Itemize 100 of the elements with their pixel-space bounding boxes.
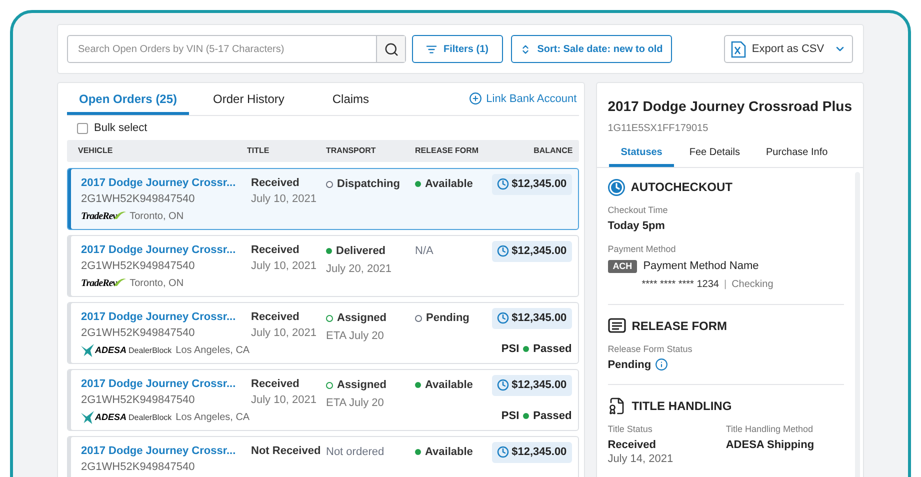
status-text: Available (425, 378, 473, 393)
seller-name: ADESA (95, 410, 127, 424)
field-label: Title Status (608, 422, 654, 434)
field-value: Pending (608, 358, 652, 372)
vehicle-title: 2017 Dodge Journey Crossroad Plus (608, 97, 852, 116)
orders-tab[interactable]: Claims (308, 83, 394, 115)
balance-text: $12,345.00 (512, 378, 567, 393)
plus-icon (469, 92, 482, 106)
status-text: Assigned (337, 311, 387, 326)
status-text: N/A (415, 244, 434, 259)
status-text: Available (425, 177, 473, 192)
seller-name: TradeRev (81, 277, 117, 291)
status-text: Not ordered (326, 445, 384, 460)
account-number: **** **** **** 1234 (642, 278, 719, 292)
status-text: Delivered (336, 244, 386, 259)
account-type: Checking (732, 278, 774, 292)
field-value: Today 5pm (608, 219, 665, 233)
title-date: July 10, 2021 (251, 192, 318, 206)
balance-text: $12,345.00 (512, 311, 567, 326)
column-header: TRANSPORT (326, 145, 377, 157)
search-icon (384, 42, 398, 56)
clock-icon (496, 178, 509, 190)
search-input[interactable]: Search Open Orders by VIN (5-17 Characters) (68, 36, 376, 62)
order-row[interactable]: 2017 Dodge Journey Crossr... 2G1WH52K949847540 ADESA DealerBlock Los Angeles, CA Received July 10, 2021 Assigned ETA July 20 Available $12,345.00 PSI Passed (67, 369, 579, 431)
detail-tab[interactable]: Purchase Info (754, 145, 839, 167)
status-text: Available (425, 445, 473, 460)
section-heading: AUTOCHECKOUT (630, 179, 732, 196)
psi-label: PSI (501, 408, 520, 424)
order-row[interactable]: 2017 Dodge Journey Crossr... 2G1WH52K949847540 Not Received Not ordered Available $12,345.00 (67, 436, 579, 477)
location-text: Los Angeles, CA (176, 411, 250, 425)
vehicle-link[interactable]: 2017 Dodge Journey Crossr... (81, 310, 251, 324)
vin-text: 2G1WH52K949847540 (81, 259, 196, 273)
orders-tab[interactable]: Order History (189, 83, 308, 115)
field-value: ADESA Shipping (726, 438, 814, 452)
orders-tab[interactable]: Open Orders (25) (67, 83, 190, 115)
seller-name: TradeRev (81, 210, 117, 224)
balance-text: $12,345.00 (512, 244, 567, 259)
sort-icon (520, 44, 532, 54)
status-text: Pending (426, 311, 470, 326)
separator-text: | (724, 278, 727, 292)
detail-tab[interactable]: Fee Details (678, 145, 751, 167)
vin-text: 2G1WH52K949847540 (81, 393, 196, 407)
location-text: Los Angeles, CA (176, 344, 250, 358)
field-label: Payment Method (608, 243, 677, 255)
field-value: Received (608, 438, 656, 452)
field-label: Title Handling Method (726, 422, 814, 434)
clock-icon (496, 446, 509, 458)
field-label: Release Form Status (608, 342, 694, 354)
seller-division: DealerBlock (128, 412, 172, 424)
title-date: July 10, 2021 (251, 326, 318, 340)
search-field[interactable]: Search Open Orders by VIN (5-17 Characters) (67, 35, 406, 63)
field-value: Payment Method Name (643, 259, 759, 274)
vin-text: 1G11E5SX1FF179015 (608, 122, 710, 136)
clock-icon (496, 379, 509, 392)
title-date: July 10, 2021 (251, 259, 318, 273)
vehicle-link[interactable]: 2017 Dodge Journey Crossr... (81, 243, 251, 257)
vin-text: 2G1WH52K949847540 (81, 326, 196, 340)
export-button[interactable]: Export as CSV (724, 35, 853, 63)
filter-icon (426, 44, 438, 54)
bird-icon (81, 411, 94, 424)
detail-tab[interactable]: Statuses (608, 145, 674, 167)
search-button[interactable] (376, 36, 405, 62)
bulk-select-label: Bulk select (94, 120, 148, 136)
psi-status: Passed (533, 408, 572, 424)
bulk-select-checkbox[interactable] (77, 122, 88, 134)
vin-text: 2G1WH52K949847540 (81, 460, 196, 474)
spreadsheet-icon (730, 40, 746, 58)
vehicle-link[interactable]: 2017 Dodge Journey Crossr... (81, 444, 251, 458)
title-status: Received (251, 176, 300, 190)
transport-detail: July 20, 2021 (326, 262, 392, 276)
vehicle-link[interactable]: 2017 Dodge Journey Crossr... (81, 176, 251, 190)
sort-button[interactable]: Sort: Sale date: new to old (511, 35, 672, 63)
seller-division: DealerBlock (128, 344, 172, 356)
order-row[interactable]: 2017 Dodge Journey Crossr... 2G1WH52K949847540 TradeRev Toronto, ON Received July 10, 2021 Dispatching Available $12,345.00 (67, 168, 579, 230)
column-header: TITLE (247, 145, 270, 157)
document-icon (608, 318, 626, 333)
balance-text: $12,345.00 (512, 445, 567, 460)
vin-text: 2G1WH52K949847540 (81, 192, 196, 206)
clock-icon (496, 312, 509, 324)
location-text: Toronto, ON (130, 277, 184, 291)
bird-icon (81, 344, 94, 357)
info-icon[interactable] (655, 358, 668, 371)
transport-detail: ETA July 20 (326, 396, 385, 410)
psi-status: Passed (533, 342, 572, 356)
title-status: Received (251, 310, 300, 324)
title-status: Received (251, 377, 300, 391)
seller-name: ADESA (95, 344, 127, 357)
clock-icon (496, 245, 509, 258)
column-header: BALANCE (534, 145, 573, 157)
title-status: Received (251, 243, 300, 257)
section-heading: RELEASE FORM (632, 318, 728, 334)
filters-button[interactable]: Filters (1) (412, 35, 503, 63)
vehicle-link[interactable]: 2017 Dodge Journey Crossr... (81, 377, 251, 391)
link-bank-account-link[interactable]: Link Bank Account (469, 90, 577, 107)
transport-detail: ETA July 20 (326, 328, 385, 342)
status-text: Assigned (337, 378, 387, 393)
location-text: Toronto, ON (130, 210, 184, 224)
order-row[interactable]: 2017 Dodge Journey Crossr... 2G1WH52K949847540 TradeRev Toronto, ON Received July 10, 2021 Delivered July 20, 2021 N/A $12,345.00 (67, 235, 579, 297)
order-row[interactable]: 2017 Dodge Journey Crossr... 2G1WH52K949847540 ADESA DealerBlock Los Angeles, CA Received July 10, 2021 Assigned ETA July 20 Pending $12,345.00 PSI Passed (67, 302, 579, 364)
psi-label: PSI (501, 342, 520, 356)
